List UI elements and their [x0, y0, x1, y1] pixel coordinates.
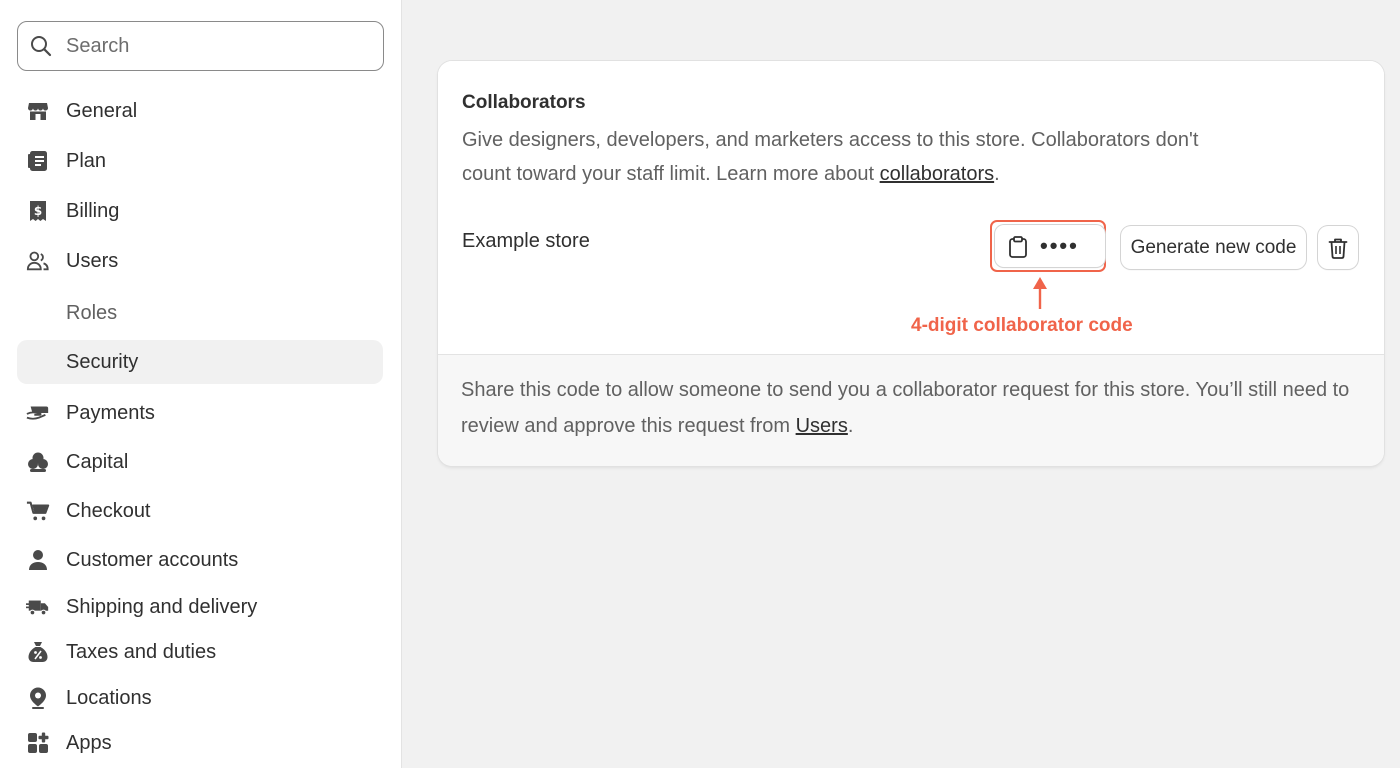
sidebar-item-label: Users [66, 249, 119, 272]
person-icon [26, 548, 50, 572]
trash-icon [1328, 238, 1348, 259]
cart-icon [26, 499, 50, 523]
footer-text-body: Share this code to allow someone to send… [461, 379, 1350, 437]
sidebar-item-shipping[interactable]: Shipping and delivery [17, 585, 383, 629]
settings-sidebar: General Plan $ Billing Users Roles Secur… [0, 0, 402, 768]
collaborators-card-body: Collaborators Give designers, developers… [438, 61, 1384, 354]
sidebar-item-security[interactable]: Security [17, 340, 383, 384]
store-icon [26, 99, 50, 123]
collaborators-card-footer: Share this code to allow someone to send… [438, 354, 1384, 466]
plan-icon [26, 149, 50, 173]
sidebar-item-label: Apps [66, 731, 112, 754]
generate-new-code-button[interactable]: Generate new code [1121, 226, 1306, 269]
sidebar-item-billing[interactable]: $ Billing [17, 189, 383, 233]
store-name: Example store [462, 230, 590, 252]
description-text: Give designers, developers, and marketer… [462, 129, 1199, 185]
users-link[interactable]: Users [796, 415, 848, 437]
apps-icon [26, 731, 50, 755]
sidebar-item-users[interactable]: Users [17, 239, 383, 283]
sidebar-item-label: Billing [66, 199, 120, 222]
svg-text:$: $ [34, 204, 42, 218]
sidebar-item-label: General [66, 99, 138, 122]
annotation-label: 4-digit collaborator code [911, 315, 1133, 336]
tax-icon [26, 640, 50, 664]
annotation-arrow-icon [1033, 277, 1047, 309]
card-title: Collaborators [462, 92, 586, 113]
sidebar-item-payments[interactable]: Payments [17, 391, 383, 435]
search-icon [31, 36, 52, 57]
sidebar-item-locations[interactable]: Locations [17, 676, 383, 720]
card-description: Give designers, developers, and marketer… [462, 123, 1202, 191]
search-box[interactable] [17, 21, 384, 71]
location-icon [26, 686, 50, 710]
sidebar-item-apps[interactable]: Apps [17, 721, 383, 765]
sidebar-item-label: Customer accounts [66, 548, 239, 571]
sidebar-item-roles[interactable]: Roles [17, 291, 383, 335]
sidebar-item-label: Shipping and delivery [66, 595, 258, 618]
users-icon [26, 249, 50, 273]
footer-suffix: . [847, 415, 854, 437]
sidebar-item-label: Plan [66, 149, 107, 172]
sidebar-item-label: Roles [66, 301, 118, 324]
description-suffix: . [994, 163, 1000, 185]
sidebar-item-capital[interactable]: Capital [17, 440, 383, 484]
collaborators-card: Collaborators Give designers, developers… [438, 61, 1384, 466]
sidebar-item-label: Payments [66, 401, 155, 424]
sidebar-item-taxes[interactable]: Taxes and duties [17, 630, 383, 674]
masked-code: •••• [1040, 233, 1079, 258]
truck-icon [26, 595, 50, 619]
sidebar-item-label: Checkout [66, 499, 151, 522]
sidebar-item-checkout[interactable]: Checkout [17, 489, 383, 533]
sidebar-item-plan[interactable]: Plan [17, 139, 383, 183]
delete-button[interactable] [1318, 226, 1358, 269]
footer-text: Share this code to allow someone to send… [461, 372, 1366, 444]
sidebar-item-label: Taxes and duties [66, 640, 217, 663]
sidebar-item-customer-accounts[interactable]: Customer accounts [17, 538, 383, 582]
capital-icon [26, 450, 50, 474]
copy-code-button[interactable]: •••• [995, 225, 1105, 267]
payments-icon [26, 401, 50, 425]
clipboard-icon [1009, 236, 1027, 258]
collaborators-link[interactable]: collaborators [880, 163, 995, 185]
sidebar-item-label: Locations [66, 686, 152, 709]
sidebar-item-label: Security [66, 350, 139, 373]
billing-icon: $ [26, 199, 50, 223]
sidebar-item-label: Capital [66, 450, 129, 473]
search-input[interactable] [66, 30, 366, 62]
sidebar-item-general[interactable]: General [17, 89, 383, 133]
